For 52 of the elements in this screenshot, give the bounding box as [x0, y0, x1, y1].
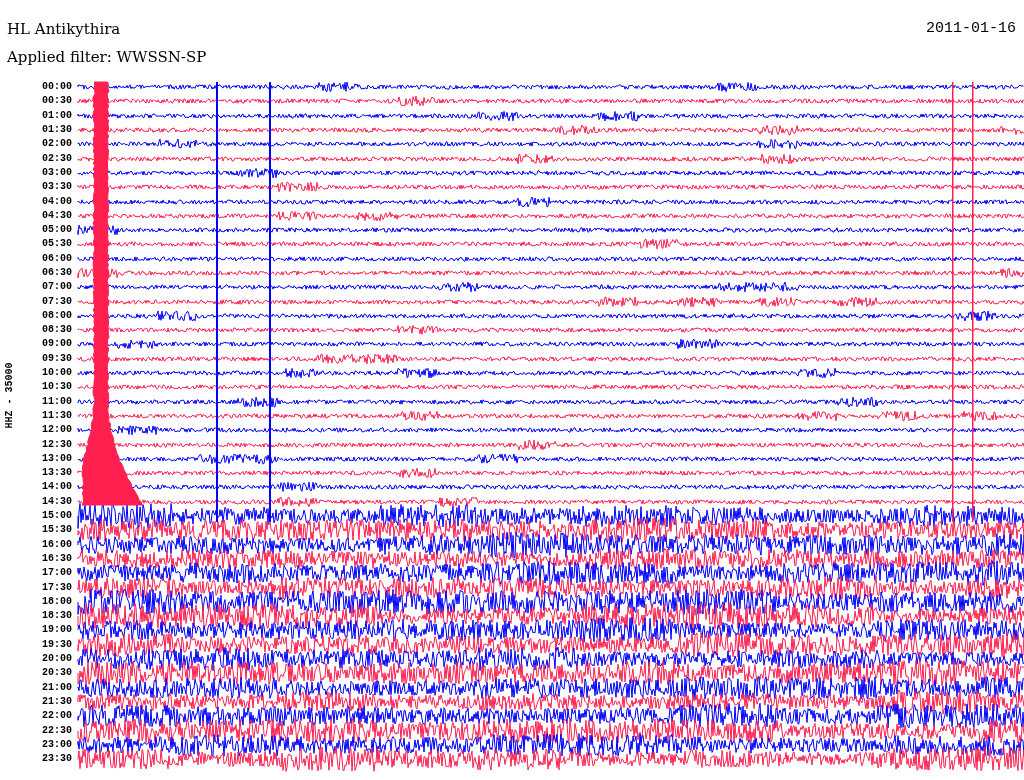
time-label: 18:30: [41, 611, 73, 622]
time-label: 12:30: [41, 439, 73, 450]
time-label: 03:30: [41, 182, 73, 193]
time-label: 15:00: [41, 511, 73, 522]
time-label: 17:30: [41, 582, 73, 593]
time-label: 15:30: [41, 525, 73, 536]
time-label: 03:00: [41, 167, 73, 178]
time-label: 17:00: [41, 568, 73, 579]
time-label: 22:00: [41, 711, 73, 722]
station-title: HL Antikythira: [7, 20, 121, 40]
time-label: 09:00: [41, 339, 73, 350]
time-label: 10:00: [41, 368, 73, 379]
time-label: 21:30: [41, 696, 73, 707]
time-label: 13:30: [41, 468, 73, 479]
time-label: 14:30: [41, 496, 73, 507]
time-label: 01:30: [41, 125, 73, 136]
axis-label: HHZ - 35000: [3, 361, 15, 431]
time-label: 21:00: [41, 682, 73, 693]
time-label: 14:00: [41, 482, 73, 493]
time-label: 16:30: [41, 553, 73, 564]
time-label: 06:00: [41, 253, 73, 264]
time-label: 23:30: [41, 754, 73, 765]
time-label: 20:30: [41, 668, 73, 679]
time-label: 11:30: [41, 410, 73, 421]
time-label: 07:00: [41, 282, 73, 293]
time-label: 06:30: [41, 268, 73, 278]
time-label: 02:00: [41, 139, 73, 150]
time-label: 04:30: [41, 210, 73, 221]
time-label: 04:00: [41, 196, 73, 207]
time-label: 23:00: [41, 739, 73, 750]
time-label: 19:00: [41, 625, 73, 636]
date-label: 2011-01-16: [926, 20, 1016, 39]
time-label: 13:00: [41, 453, 73, 464]
time-label: 08:00: [41, 310, 73, 321]
filter-label: Applied filter: WWSSN-SP: [6, 47, 208, 68]
time-label: 11:00: [41, 396, 73, 407]
time-label: 05:30: [41, 239, 73, 250]
time-label: 10:30: [41, 382, 73, 393]
time-label: 09:30: [41, 353, 73, 364]
time-label: 02:30: [41, 153, 73, 164]
time-label: 01:00: [41, 110, 73, 121]
time-label: 19:30: [41, 639, 73, 650]
time-label: 20:00: [41, 654, 73, 664]
time-label: 08:30: [41, 325, 73, 336]
time-label: 16:00: [41, 539, 73, 550]
time-label: 05:00: [41, 225, 73, 236]
time-label: 22:30: [41, 725, 73, 736]
time-label: 00:00: [41, 82, 73, 93]
time-label: 12:00: [41, 425, 73, 436]
time-label: 00:30: [41, 96, 73, 107]
time-label: 07:30: [41, 296, 73, 307]
time-label: 18:00: [41, 596, 73, 607]
